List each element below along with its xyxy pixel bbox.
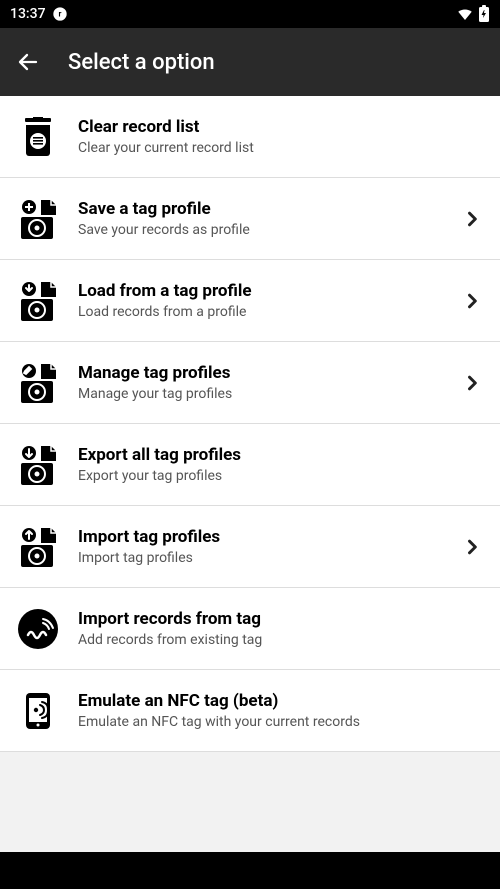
chevron-right-icon — [462, 291, 482, 311]
status-bar: 13:37 r — [0, 0, 500, 28]
wifi-icon — [456, 5, 474, 23]
option-subtitle: Add records from existing tag — [78, 632, 482, 648]
option-subtitle: Import tag profiles — [78, 550, 442, 566]
tag-save-icon — [19, 199, 57, 239]
status-time: 13:37 — [10, 6, 46, 22]
option-title: Import tag profiles — [78, 527, 442, 547]
option-emulate-nfc-tag[interactable]: Emulate an NFC tag (beta) Emulate an NFC… — [0, 670, 500, 752]
option-export-tag-profiles[interactable]: Export all tag profiles Export your tag … — [0, 424, 500, 506]
tag-manage-icon — [19, 363, 57, 403]
chevron-right-icon — [462, 537, 482, 557]
option-title: Manage tag profiles — [78, 363, 442, 383]
option-title: Save a tag profile — [78, 199, 442, 219]
option-title: Clear record list — [78, 117, 482, 137]
trash-icon — [19, 117, 57, 157]
option-clear-record-list[interactable]: Clear record list Clear your current rec… — [0, 96, 500, 178]
option-save-tag-profile[interactable]: Save a tag profile Save your records as … — [0, 178, 500, 260]
options-list: Clear record list Clear your current rec… — [0, 96, 500, 852]
option-subtitle: Load records from a profile — [78, 304, 442, 320]
option-subtitle: Export your tag profiles — [78, 468, 482, 484]
option-subtitle: Manage your tag profiles — [78, 386, 442, 402]
option-subtitle: Clear your current record list — [78, 140, 482, 156]
page-title: Select a option — [68, 50, 215, 75]
option-title: Import records from tag — [78, 609, 482, 629]
chevron-right-icon — [462, 209, 482, 229]
option-subtitle: Save your records as profile — [78, 222, 442, 238]
tag-export-icon — [19, 445, 57, 485]
tag-load-icon — [19, 281, 57, 321]
svg-text:r: r — [58, 10, 61, 19]
back-arrow-icon[interactable] — [16, 50, 40, 74]
option-title: Emulate an NFC tag (beta) — [78, 691, 482, 711]
option-import-records-from-tag[interactable]: Import records from tag Add records from… — [0, 588, 500, 670]
option-load-tag-profile[interactable]: Load from a tag profile Load records fro… — [0, 260, 500, 342]
option-subtitle: Emulate an NFC tag with your current rec… — [78, 714, 482, 730]
option-manage-tag-profiles[interactable]: Manage tag profiles Manage your tag prof… — [0, 342, 500, 424]
app-notification-icon: r — [52, 6, 68, 22]
option-title: Load from a tag profile — [78, 281, 442, 301]
chevron-right-icon — [462, 373, 482, 393]
phone-nfc-icon — [20, 691, 56, 731]
navigation-bar — [0, 852, 500, 889]
nfc-wave-icon — [18, 609, 58, 649]
app-header: Select a option — [0, 28, 500, 96]
option-import-tag-profiles[interactable]: Import tag profiles Import tag profiles — [0, 506, 500, 588]
tag-import-icon — [19, 527, 57, 567]
battery-icon — [478, 5, 490, 23]
option-title: Export all tag profiles — [78, 445, 482, 465]
